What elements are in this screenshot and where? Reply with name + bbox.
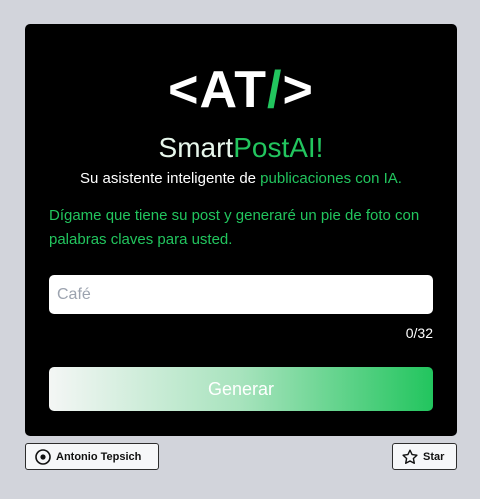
tagline-part2: publicaciones con IA. (260, 170, 402, 187)
logo-initials: AT (199, 61, 267, 119)
logo-slash: / (267, 61, 283, 119)
logo: <AT/> (25, 64, 457, 116)
tagline: Su asistente inteligente de publicacione… (25, 170, 457, 188)
github-star-label: Star (423, 450, 445, 463)
app-title-part2: PostAI! (233, 132, 324, 163)
character-counter: 0/32 (405, 325, 433, 341)
github-author-label: Antonio Tepsich (56, 450, 142, 463)
star-icon (402, 449, 418, 465)
logo-bracket-left: < (168, 61, 200, 119)
app-title-part1: Smart (158, 132, 234, 163)
app-title: SmartPostAI! (25, 132, 457, 164)
github-star-button[interactable]: Star (392, 443, 457, 470)
github-author-button[interactable]: Antonio Tepsich (25, 443, 159, 470)
github-mark-icon (35, 448, 51, 465)
main-card: <AT/> SmartPostAI! Su asistente intelige… (25, 24, 457, 436)
tagline-part1: Su asistente inteligente de (80, 170, 261, 187)
instructions-text: Dígame que tiene su post y generaré un p… (49, 207, 420, 248)
post-topic-input[interactable] (49, 275, 433, 314)
generate-button[interactable]: Generar (49, 367, 433, 411)
logo-bracket-right: > (282, 61, 314, 119)
